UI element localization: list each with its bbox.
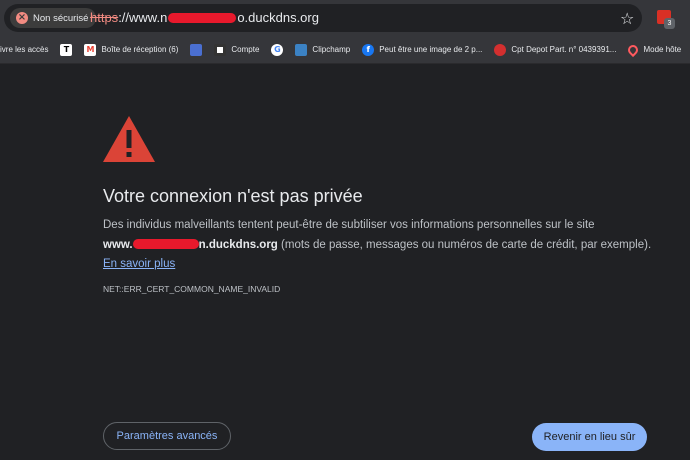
portal-icon bbox=[190, 43, 203, 56]
bookmark-clipchamp[interactable]: Clipchamp bbox=[295, 43, 351, 56]
bookmarks-bar: ivre les accès T M Boîte de réception (6… bbox=[0, 36, 690, 64]
address-bar[interactable]: × Non sécurisé https ://www.n o.duckdns.… bbox=[4, 4, 642, 32]
tinfo-icon: T bbox=[60, 43, 73, 56]
advanced-button[interactable]: Paramètres avancés bbox=[103, 422, 231, 450]
bookmark-label: Peut être une image de 2 p... bbox=[379, 45, 483, 54]
description-text: Des individus malveillants tentent peut-… bbox=[103, 219, 595, 231]
bookmark-tinfo[interactable]: T bbox=[60, 43, 73, 56]
facebook-icon: f bbox=[362, 43, 375, 56]
warning-triangle-icon bbox=[103, 116, 155, 162]
description-text-2: (mots de passe, messages ou numéros de c… bbox=[277, 238, 652, 251]
bookmark-portal[interactable] bbox=[190, 43, 203, 56]
host-prefix: www. bbox=[103, 238, 133, 251]
bookmark-facebook[interactable]: f Peut être une image de 2 p... bbox=[362, 43, 483, 56]
url-suffix: o.duckdns.org bbox=[237, 10, 319, 25]
airbnb-icon bbox=[626, 42, 641, 57]
redaction-mark bbox=[132, 239, 199, 250]
bookmark-label: Cpt Depot Part. n° 0439391... bbox=[511, 45, 617, 54]
url-scheme: https bbox=[90, 10, 119, 25]
google-icon: G bbox=[271, 43, 284, 56]
bookmark-airbnb[interactable]: Mode hôte bbox=[626, 42, 682, 57]
bookmark-star-icon[interactable]: ☆ bbox=[620, 9, 634, 28]
bookmark-gmail[interactable]: M Boîte de réception (6) bbox=[84, 43, 179, 56]
host-suffix: n.duckdns.org bbox=[198, 238, 278, 251]
account-icon bbox=[214, 43, 227, 56]
bookmark-account[interactable]: Compte bbox=[214, 43, 260, 56]
not-secure-icon: × bbox=[16, 12, 28, 24]
bookmark-bank[interactable]: Cpt Depot Part. n° 0439391... bbox=[494, 43, 617, 56]
bookmark-label: ivre les accès bbox=[0, 45, 49, 54]
learn-more-link[interactable]: En savoir plus bbox=[103, 258, 175, 270]
bank-icon bbox=[494, 43, 507, 56]
redaction-mark bbox=[168, 12, 237, 23]
page-title: Votre connexion n'est pas privée bbox=[103, 186, 363, 206]
url-prefix: ://www.n bbox=[118, 10, 168, 25]
security-chip[interactable]: × Non sécurisé bbox=[10, 8, 97, 28]
bookmark-apps[interactable]: ivre les accès bbox=[0, 45, 48, 54]
bookmark-label: Clipchamp bbox=[312, 45, 351, 54]
extension-badge: 3 bbox=[664, 18, 675, 29]
error-description: Des individus malveillants tentent peut-… bbox=[103, 216, 655, 275]
bookmark-label: Mode hôte bbox=[643, 45, 682, 54]
back-to-safety-button[interactable]: Revenir en lieu sûr bbox=[532, 423, 647, 451]
bookmark-label: Compte bbox=[231, 45, 260, 54]
clipchamp-icon bbox=[295, 43, 308, 56]
browser-toolbar: × Non sécurisé https ://www.n o.duckdns.… bbox=[0, 0, 690, 36]
bookmark-google[interactable]: G bbox=[271, 43, 284, 56]
error-code: NET::ERR_CERT_COMMON_NAME_INVALID bbox=[103, 284, 281, 294]
url-text[interactable]: https ://www.n o.duckdns.org bbox=[90, 10, 319, 25]
gmail-icon: M bbox=[84, 43, 97, 56]
security-label: Non sécurisé bbox=[33, 12, 89, 24]
bookmark-label: Boîte de réception (6) bbox=[101, 45, 179, 54]
